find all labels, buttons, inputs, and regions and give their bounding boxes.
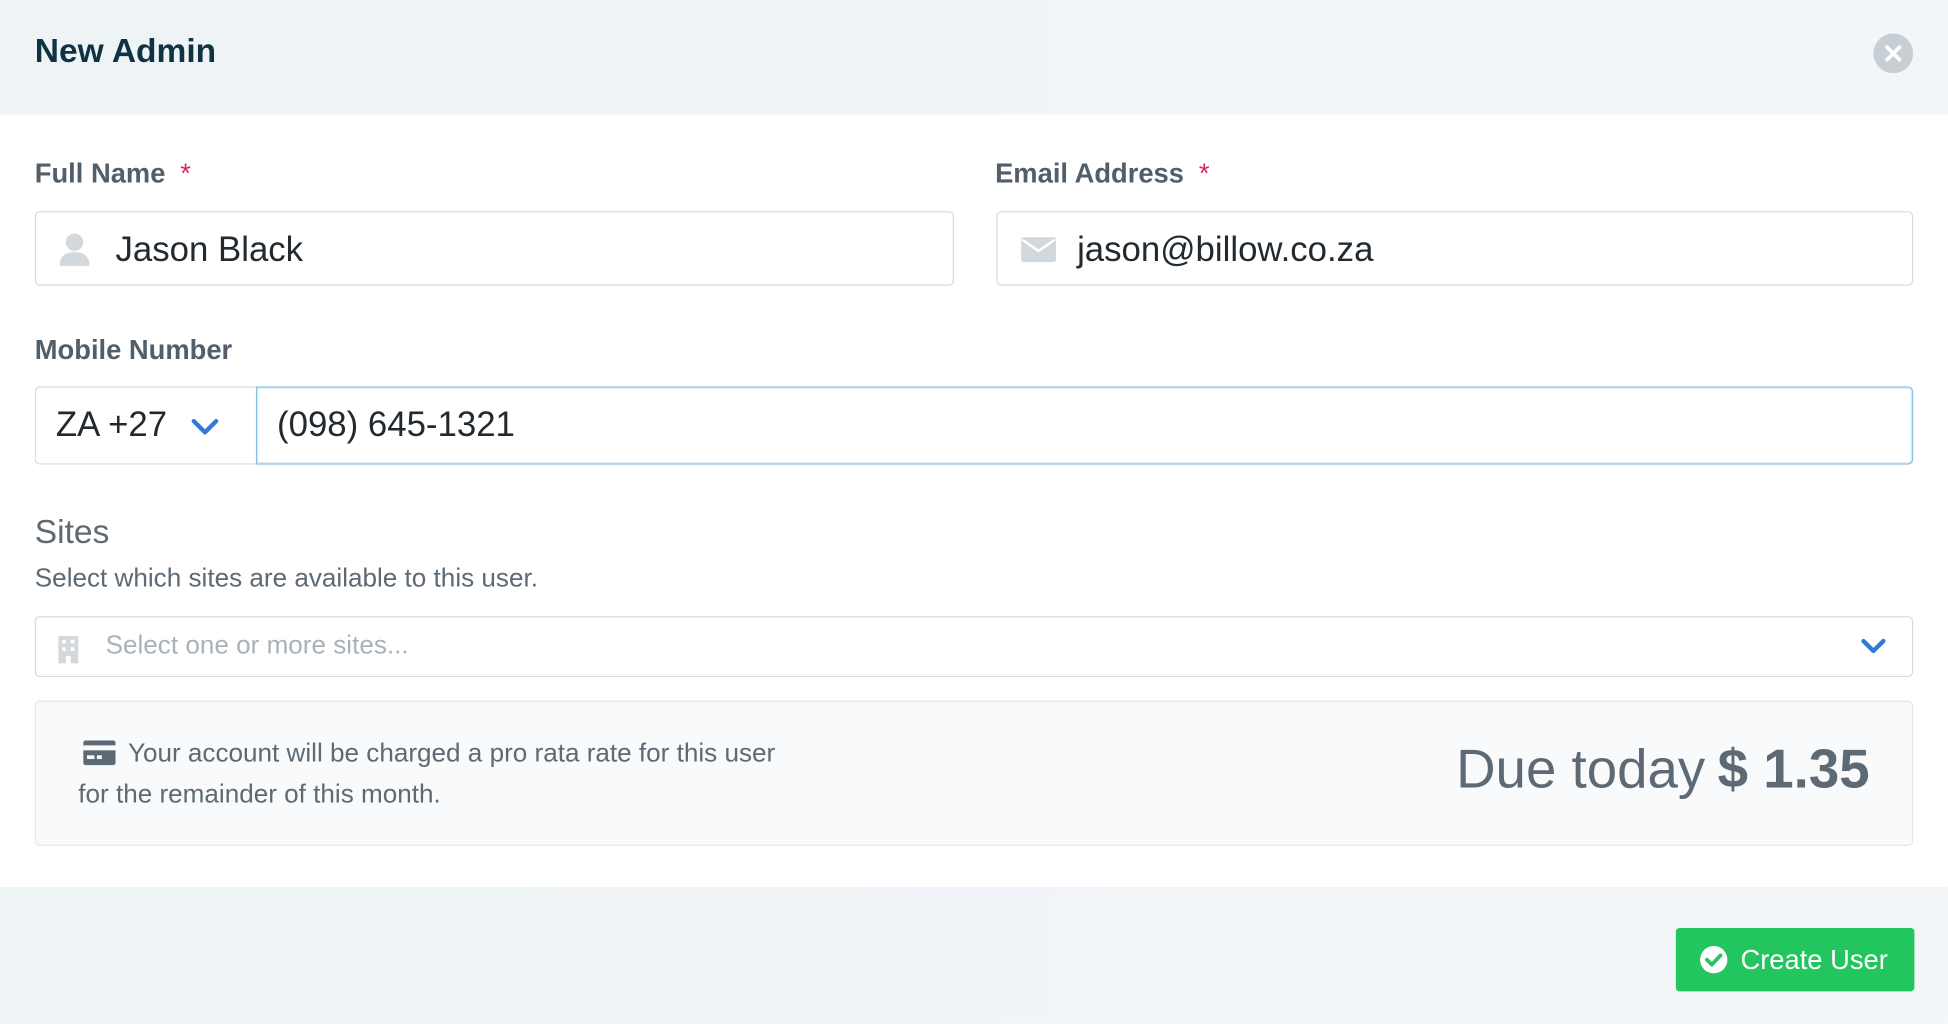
email-label-text: Email Address bbox=[995, 157, 1184, 189]
full-name-field[interactable]: Jason Black bbox=[34, 211, 955, 286]
new-admin-modal: New Admin Full Name * Jason Black Email A… bbox=[0, 0, 1948, 1024]
user-icon bbox=[59, 233, 90, 266]
billing-notice: Your account will be charged a pro rata … bbox=[34, 700, 1914, 847]
full-name-value: Jason Black bbox=[115, 229, 304, 269]
country-code-value: ZA +27 bbox=[55, 404, 168, 444]
check-circle-icon bbox=[1700, 946, 1728, 974]
mobile-number-label: Mobile Number bbox=[34, 334, 233, 366]
create-user-button[interactable]: Create User bbox=[1675, 927, 1915, 992]
credit-card-icon bbox=[83, 740, 116, 766]
full-name-label: Full Name * bbox=[35, 158, 191, 190]
required-mark: * bbox=[180, 157, 191, 189]
due-today-label: Due today bbox=[1456, 739, 1706, 801]
sites-description: Select which sites are available to this… bbox=[34, 564, 538, 593]
close-button[interactable] bbox=[1873, 33, 1914, 74]
mobile-number-value: (098) 645-1321 bbox=[277, 404, 515, 444]
required-mark: * bbox=[1198, 157, 1210, 189]
envelope-icon bbox=[1021, 237, 1056, 263]
sites-title: Sites bbox=[34, 513, 110, 551]
billing-message-line1: Your account will be charged a pro rata … bbox=[127, 739, 776, 768]
email-field[interactable]: jason@billow.co.za bbox=[996, 211, 1914, 286]
email-label: Email Address * bbox=[995, 158, 1209, 190]
chevron-down-icon bbox=[1861, 638, 1886, 654]
mobile-number-input[interactable]: (098) 645-1321 bbox=[255, 386, 1914, 465]
sites-select[interactable]: Select one or more sites... bbox=[34, 616, 1914, 678]
due-today: Due today $ 1.35 bbox=[1456, 739, 1870, 801]
due-today-amount: $ 1.35 bbox=[1717, 739, 1870, 801]
sites-placeholder: Select one or more sites... bbox=[105, 631, 409, 660]
full-name-label-text: Full Name bbox=[34, 157, 166, 189]
building-icon bbox=[58, 636, 79, 664]
modal-title: New Admin bbox=[34, 32, 217, 70]
country-code-select[interactable]: ZA +27 bbox=[34, 386, 256, 465]
chevron-down-icon bbox=[191, 418, 219, 435]
close-icon bbox=[1885, 45, 1902, 62]
billing-message-line2: for the remainder of this month. bbox=[78, 780, 441, 809]
create-user-label: Create User bbox=[1740, 944, 1888, 976]
modal-header: New Admin bbox=[0, 0, 1948, 115]
modal-footer: Create User bbox=[0, 887, 1948, 1024]
email-value: jason@billow.co.za bbox=[1077, 229, 1374, 269]
